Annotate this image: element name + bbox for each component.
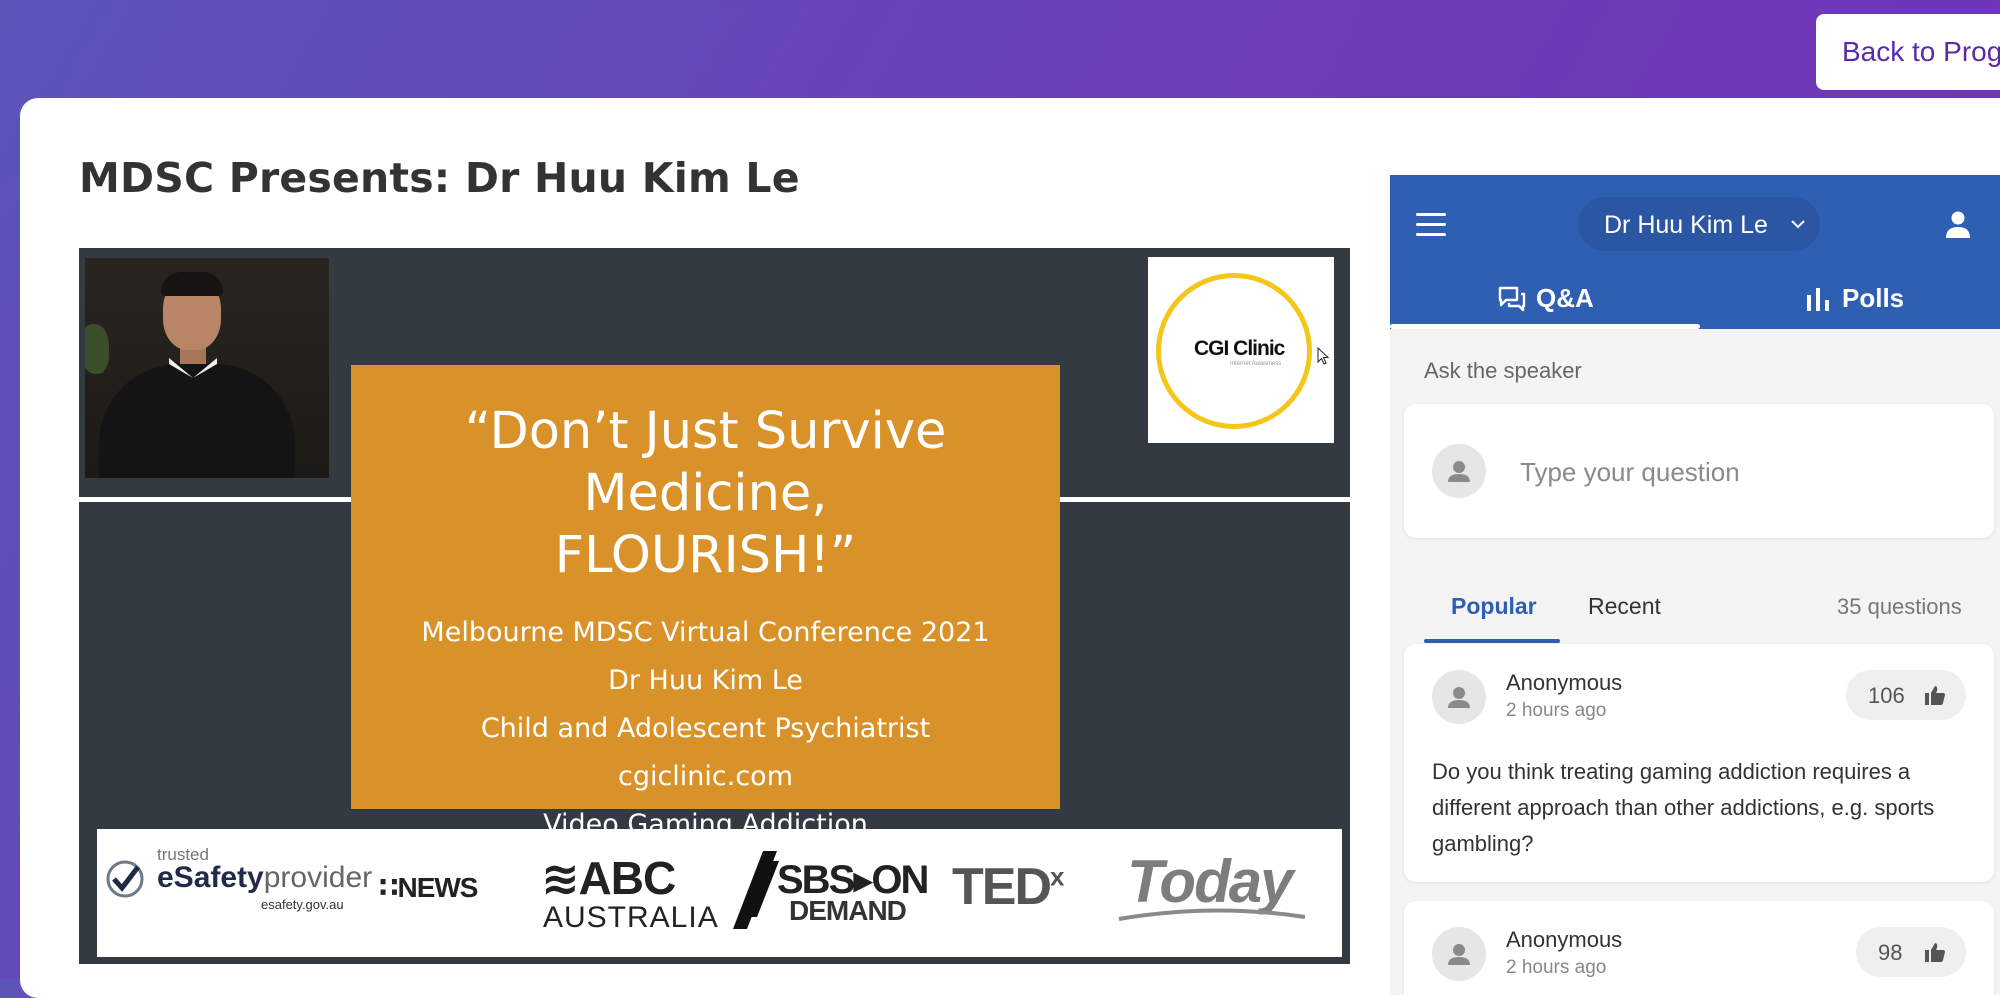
esafety-logo: eSafetyprovider <box>157 861 372 895</box>
slide-title-line-2: FLOURISH!” <box>554 526 857 585</box>
active-tab-indicator <box>1390 324 1700 329</box>
speaker-camera <box>85 258 329 478</box>
filter-popular[interactable]: Popular <box>1451 593 1537 620</box>
bar-chart-icon <box>1807 288 1829 311</box>
avatar <box>1432 670 1486 724</box>
esafety-main-text: eSafety <box>157 861 264 894</box>
user-icon[interactable] <box>1943 209 1973 239</box>
upvote-button[interactable]: 98 <box>1856 927 1966 977</box>
question-author: Anonymous <box>1506 670 1623 695</box>
chat-icon <box>1498 286 1526 312</box>
tab-qa-label: Q&A <box>1536 283 1594 313</box>
question-card: Anonymous 2 hours ago 98 <box>1404 901 1994 995</box>
esafety-provider-text: provider <box>263 861 373 894</box>
slide-title-line-1: “Don’t Just Survive Medicine, <box>464 402 947 523</box>
slide-conference-line: Melbourne MDSC Virtual Conference 2021 <box>421 617 990 648</box>
slide-role-line: Child and Adolescent Psychiatrist <box>480 713 931 744</box>
question-author: Anonymous <box>1506 927 1623 952</box>
sbs-demand-text: DEMAND <box>789 895 907 926</box>
thumbs-up-icon <box>1925 943 1945 962</box>
question-card: Anonymous 2 hours ago 106 Do you think t… <box>1404 644 1994 882</box>
question-time: 2 hours ago <box>1506 700 1607 721</box>
qa-panel: Dr Huu Kim Le Q&A Polls Ask the speaker … <box>1390 175 2000 995</box>
checkmark-icon <box>106 860 144 898</box>
question-input[interactable] <box>1518 444 1972 500</box>
speaker-body-shape <box>99 364 295 478</box>
thumbs-up-icon <box>1925 686 1945 705</box>
chevron-down-icon <box>1791 220 1805 229</box>
question-text: Do you think treating gaming addiction r… <box>1432 759 1935 856</box>
cgi-clinic-logo: CGI Clinic Internet Awareness <box>1148 257 1334 443</box>
back-to-program-label: Back to Progr <box>1842 36 2000 67</box>
filter-active-indicator <box>1424 639 1560 643</box>
filter-recent[interactable]: Recent <box>1588 593 1661 620</box>
plant-shape <box>85 324 109 374</box>
abc-australia-text: AUSTRALIA <box>543 901 719 934</box>
slide-title: “Don’t Just Survive Medicine, FLOURISH!” <box>351 401 1060 587</box>
avatar-icon <box>1448 687 1470 708</box>
upvote-button[interactable]: 106 <box>1846 670 1966 720</box>
vote-count: 106 <box>1868 683 1905 708</box>
question-time: 2 hours ago <box>1506 957 1607 978</box>
avatar-icon <box>1448 944 1470 965</box>
slide-speaker-line: Dr Huu Kim Le <box>608 665 803 696</box>
speaker-hair-shape <box>161 272 223 296</box>
avatar <box>1432 444 1486 498</box>
nine-news-logo: ∷NEWS <box>379 872 478 903</box>
esafety-domain-text: esafety.gov.au <box>261 897 344 912</box>
slide-title-box: “Don’t Just Survive Medicine, FLOURISH!”… <box>351 365 1060 840</box>
page-title: MDSC Presents: Dr Huu Kim Le <box>79 154 800 202</box>
logo-tagline: Internet Awareness <box>1230 361 1282 367</box>
video-player[interactable]: CGI Clinic Internet Awareness “Don’t Jus… <box>79 248 1350 964</box>
panel-header: Dr Huu Kim Le Q&A Polls <box>1390 175 2000 329</box>
ask-speaker-label: Ask the speaker <box>1424 358 1582 383</box>
tab-polls-label: Polls <box>1842 283 1905 313</box>
tedx-superscript: x <box>1050 861 1065 892</box>
sbs-slash-icon <box>733 851 779 929</box>
abc-logo: ≋ABC <box>541 852 676 904</box>
vote-count: 98 <box>1878 940 1903 965</box>
media-logos-strip: trusted eSafetyprovider esafety.gov.au ∷… <box>97 829 1342 957</box>
avatar-icon <box>1448 461 1470 482</box>
today-swoosh-shape <box>1118 908 1306 921</box>
ask-question-card <box>1404 404 1994 538</box>
session-name: Dr Huu Kim Le <box>1604 211 1768 239</box>
logo-name: CGI Clinic <box>1194 337 1285 360</box>
avatar <box>1432 927 1486 981</box>
session-selector[interactable]: Dr Huu Kim Le <box>1578 197 1820 251</box>
question-count: 35 questions <box>1837 594 1962 619</box>
tedx-logo: TEDx <box>952 857 1065 917</box>
slide-website-line: cgiclinic.com <box>617 761 794 792</box>
cursor-icon <box>1317 347 1329 365</box>
menu-icon[interactable] <box>1416 213 1446 237</box>
tedx-text: TED <box>952 858 1052 916</box>
back-to-program-button[interactable]: Back to Progr <box>1816 14 2000 90</box>
